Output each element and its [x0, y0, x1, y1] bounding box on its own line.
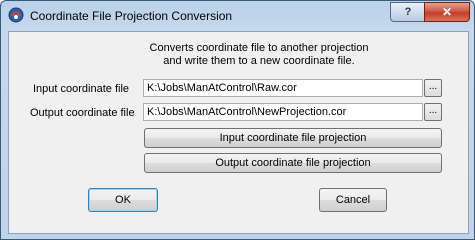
help-button[interactable]: ?	[390, 2, 426, 22]
output-file-label: Output coordinate file	[30, 107, 135, 119]
input-file-label: Input coordinate file	[33, 83, 130, 95]
input-file-browse-button[interactable]: ...	[424, 79, 442, 97]
output-file-field[interactable]: K:\Jobs\ManAtControl\NewProjection.cor	[143, 103, 423, 121]
close-button[interactable]: ✕	[424, 2, 470, 22]
input-projection-button[interactable]: Input coordinate file projection	[144, 128, 442, 148]
output-projection-button[interactable]: Output coordinate file projection	[144, 153, 442, 173]
title-bar[interactable]: Coordinate File Projection Conversion ? …	[1, 1, 474, 31]
description-text: Converts coordinate file to another proj…	[99, 42, 419, 68]
description-line-1: Converts coordinate file to another proj…	[149, 42, 369, 54]
window-title: Coordinate File Projection Conversion	[30, 9, 233, 23]
input-file-field[interactable]: K:\Jobs\ManAtControl\Raw.cor	[143, 79, 423, 97]
app-icon	[8, 7, 24, 23]
output-file-browse-button[interactable]: ...	[424, 103, 442, 121]
description-line-2: and write them to a new coordinate file.	[163, 55, 355, 67]
cancel-button[interactable]: Cancel	[319, 188, 387, 212]
dialog-client-area: Converts coordinate file to another proj…	[8, 31, 469, 234]
ok-button[interactable]: OK	[88, 188, 158, 212]
dialog-window: Coordinate File Projection Conversion ? …	[0, 0, 475, 240]
